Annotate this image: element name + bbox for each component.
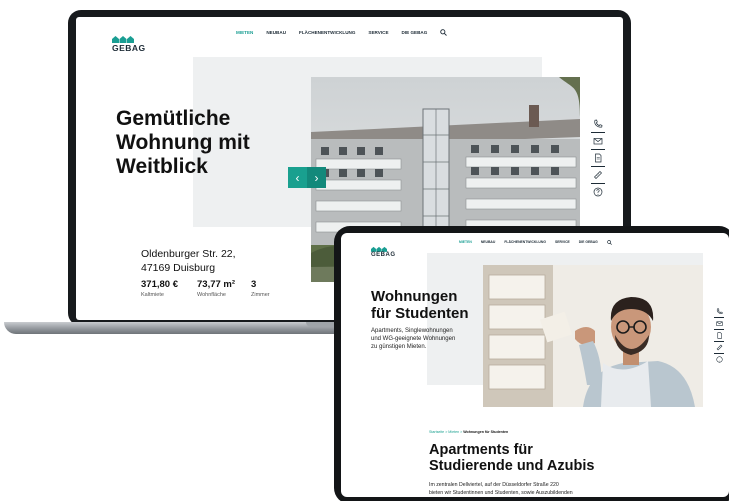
contact-sidebar <box>712 308 726 363</box>
breadcrumb-separator: > <box>460 430 463 434</box>
property-address: Oldenburger Str. 22, 47169 Duisburg <box>141 247 236 275</box>
help-icon[interactable] <box>715 356 723 363</box>
property-facts: 371,80 € Kaltmiete 73,77 m² Wohnfläche 3… <box>141 279 291 298</box>
hero-title-line: Wohnung mit <box>116 131 250 154</box>
fact-value: 73,77 m² <box>197 279 236 290</box>
hero-subtitle: Apartments, Singlewohnungen und WG-geeig… <box>371 327 455 351</box>
address-street: Oldenburger Str. 22, <box>141 248 236 260</box>
phone-icon[interactable] <box>716 308 723 315</box>
sidebar-divider <box>591 183 605 184</box>
fact-value: 371,80 € <box>141 279 178 290</box>
nav-item-die-gebag[interactable]: DIE GEBAG <box>579 240 598 244</box>
main-nav: MIETEN NEUBAU FLÄCHENENTWICKLUNG SERVICE… <box>459 238 612 246</box>
hero-title-line: Gemütliche <box>116 107 231 130</box>
breadcrumb: Startseite > Mieten > Wohnungen für Stud… <box>429 430 508 434</box>
gebag-logo[interactable]: GEBAG <box>371 246 396 259</box>
carousel-prev-button[interactable]: ‹ <box>288 167 307 188</box>
nav-item-service[interactable]: SERVICE <box>368 30 388 35</box>
section-title-line: Apartments für <box>429 442 533 458</box>
hero-title-line: Wohnungen <box>371 288 458 305</box>
help-icon[interactable] <box>593 187 603 197</box>
nav-item-mieten[interactable]: MIETEN <box>459 240 472 244</box>
subtitle-line: Apartments, Singlewohnungen <box>371 328 453 334</box>
nav-item-neubau[interactable]: NEUBAU <box>481 240 496 244</box>
fact-rent: 371,80 € Kaltmiete <box>141 279 197 298</box>
mail-icon[interactable] <box>593 136 603 146</box>
breadcrumb-current: Wohnungen für Studenten <box>463 430 509 434</box>
sidebar-divider <box>714 353 724 354</box>
fact-area: 73,77 m² Wohnfläche <box>197 279 251 298</box>
body-line: Im zentralen Dellviertel, auf der Düssel… <box>429 482 559 488</box>
body-line: bieten wir Studentinnen und Studenten, s… <box>429 489 573 496</box>
fact-label: Zimmer <box>251 292 270 298</box>
sidebar-divider <box>591 132 605 133</box>
fact-label: Kaltmiete <box>141 292 164 298</box>
nav-item-flaechenentwicklung[interactable]: FLÄCHENENTWICKLUNG <box>299 30 355 35</box>
section-body: Im zentralen Dellviertel, auf der Düssel… <box>429 482 573 497</box>
ruler-icon[interactable] <box>593 170 603 180</box>
phone-icon[interactable] <box>593 119 603 129</box>
nav-item-flaechenentwicklung[interactable]: FLÄCHENENTWICKLUNG <box>504 240 546 244</box>
search-icon[interactable] <box>606 239 612 245</box>
document-icon[interactable] <box>716 332 723 339</box>
student-illustration <box>483 265 703 407</box>
logo-wordmark: GEBAG <box>112 43 146 53</box>
carousel-next-button[interactable]: › <box>307 167 326 188</box>
sidebar-divider <box>714 341 724 342</box>
search-icon[interactable] <box>440 28 448 36</box>
gebag-logo[interactable]: GEBAG <box>112 35 146 53</box>
hero-title: Gemütliche Wohnung mit Weitblick <box>116 107 250 179</box>
breadcrumb-separator: > <box>445 430 448 434</box>
fact-value: 3 <box>251 279 257 290</box>
nav-item-service[interactable]: SERVICE <box>555 240 570 244</box>
document-icon[interactable] <box>593 153 603 163</box>
tablet-screen: GEBAG MIETEN NEUBAU FLÄCHENENTWICKLUNG S… <box>341 233 729 497</box>
nav-item-die-gebag[interactable]: DIE GEBAG <box>402 30 428 35</box>
fact-rooms: 3 Zimmer <box>251 279 291 298</box>
carousel-controls: ‹ › <box>288 167 326 188</box>
sidebar-divider <box>714 317 724 318</box>
hero-title-line: für Studenten <box>371 305 469 322</box>
nav-item-mieten[interactable]: MIETEN <box>236 30 253 35</box>
address-city: 47169 Duisburg <box>141 262 216 274</box>
sidebar-divider <box>591 149 605 150</box>
breadcrumb-item[interactable]: Mieten <box>448 430 459 434</box>
fact-label: Wohnfläche <box>197 292 226 298</box>
mail-icon[interactable] <box>715 320 723 327</box>
hero-title-line: Weitblick <box>116 155 208 178</box>
logo-houses-icon <box>112 36 134 43</box>
section-title-line: Studierende und Azubis <box>429 458 595 474</box>
logo-wordmark: GEBAG <box>371 252 396 258</box>
main-nav: MIETEN NEUBAU FLÄCHENENTWICKLUNG SERVICE… <box>236 27 448 37</box>
section-title: Apartments für Studierende und Azubis <box>429 442 594 474</box>
nav-item-neubau[interactable]: NEUBAU <box>266 30 286 35</box>
subtitle-line: zu günstigen Mieten. <box>371 344 427 350</box>
breadcrumb-item[interactable]: Startseite <box>429 430 444 434</box>
hero-title: Wohnungen für Studenten <box>371 288 469 322</box>
sidebar-divider <box>714 329 724 330</box>
contact-sidebar <box>589 119 607 197</box>
ruler-icon[interactable] <box>716 344 723 351</box>
sidebar-divider <box>591 166 605 167</box>
subtitle-line: und WG-geeignete Wohnungen <box>371 336 456 342</box>
student-photo[interactable] <box>483 265 703 407</box>
